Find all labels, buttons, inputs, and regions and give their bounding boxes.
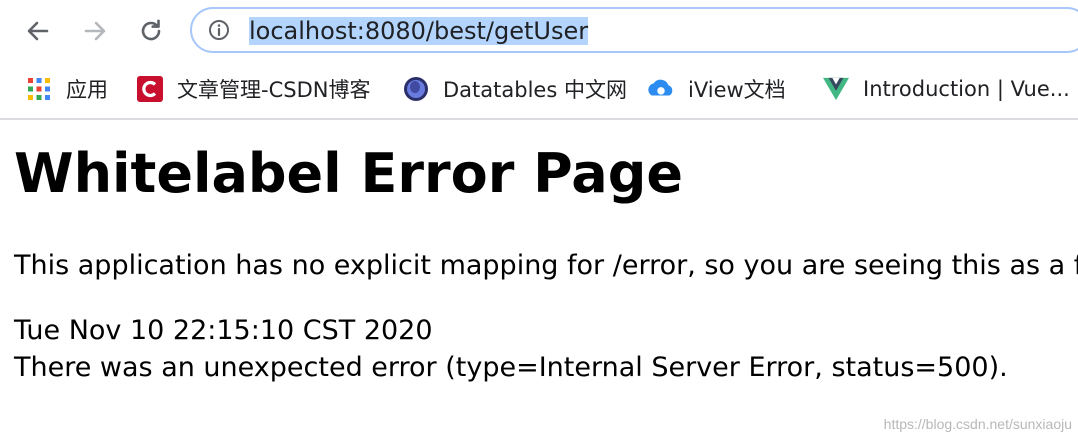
bookmark-vue[interactable]: Introduction | Vue... <box>823 72 1070 106</box>
page-title: Whitelabel Error Page <box>14 142 684 205</box>
bookmark-datatables[interactable]: Datatables 中文网 <box>403 72 627 106</box>
bookmark-label: iView文档 <box>688 78 786 102</box>
error-detail: There was an unexpected error (type=Inte… <box>14 352 1008 383</box>
browser-toolbar: localhost:8080/best/getUser <box>0 0 1078 62</box>
csdn-logo-icon <box>137 76 163 102</box>
bookmark-csdn[interactable]: 文章管理-CSDN博客 <box>137 72 370 106</box>
bookmark-iview[interactable]: iView文档 <box>648 72 786 106</box>
reload-icon <box>141 19 161 41</box>
bookmark-label: 应用 <box>66 78 108 102</box>
back-arrow-icon <box>27 21 49 41</box>
apps-grid-icon <box>26 76 52 102</box>
back-button[interactable] <box>19 12 57 50</box>
url-selection: localhost:8080/best/getUser <box>249 17 589 45</box>
vue-logo-icon <box>823 76 849 102</box>
iview-logo-icon <box>648 76 674 102</box>
address-bar[interactable]: localhost:8080/best/getUser <box>190 7 1078 53</box>
forward-button[interactable] <box>76 12 114 50</box>
forward-arrow-icon <box>84 21 106 41</box>
reload-button[interactable] <box>132 12 170 50</box>
bookmark-label: 文章管理-CSDN博客 <box>177 78 371 102</box>
url-text[interactable]: localhost:8080/best/getUser <box>249 16 589 46</box>
page-content: Whitelabel Error Page This application h… <box>0 120 1078 440</box>
datatables-logo-icon <box>403 76 429 102</box>
watermark: https://blog.csdn.net/sunxiaoju <box>883 416 1072 432</box>
bookmark-label: Introduction | Vue... <box>863 77 1070 101</box>
error-message: This application has no explicit mapping… <box>14 250 1078 281</box>
error-timestamp: Tue Nov 10 22:15:10 CST 2020 <box>14 315 433 346</box>
bookmarks-bar: 应用 文章管理-CSDN博客 Datatables 中文网 iView文档 In… <box>0 62 1078 118</box>
bookmark-apps[interactable]: 应用 <box>26 72 108 106</box>
info-icon[interactable] <box>208 19 230 41</box>
bookmark-label: Datatables 中文网 <box>443 78 627 102</box>
